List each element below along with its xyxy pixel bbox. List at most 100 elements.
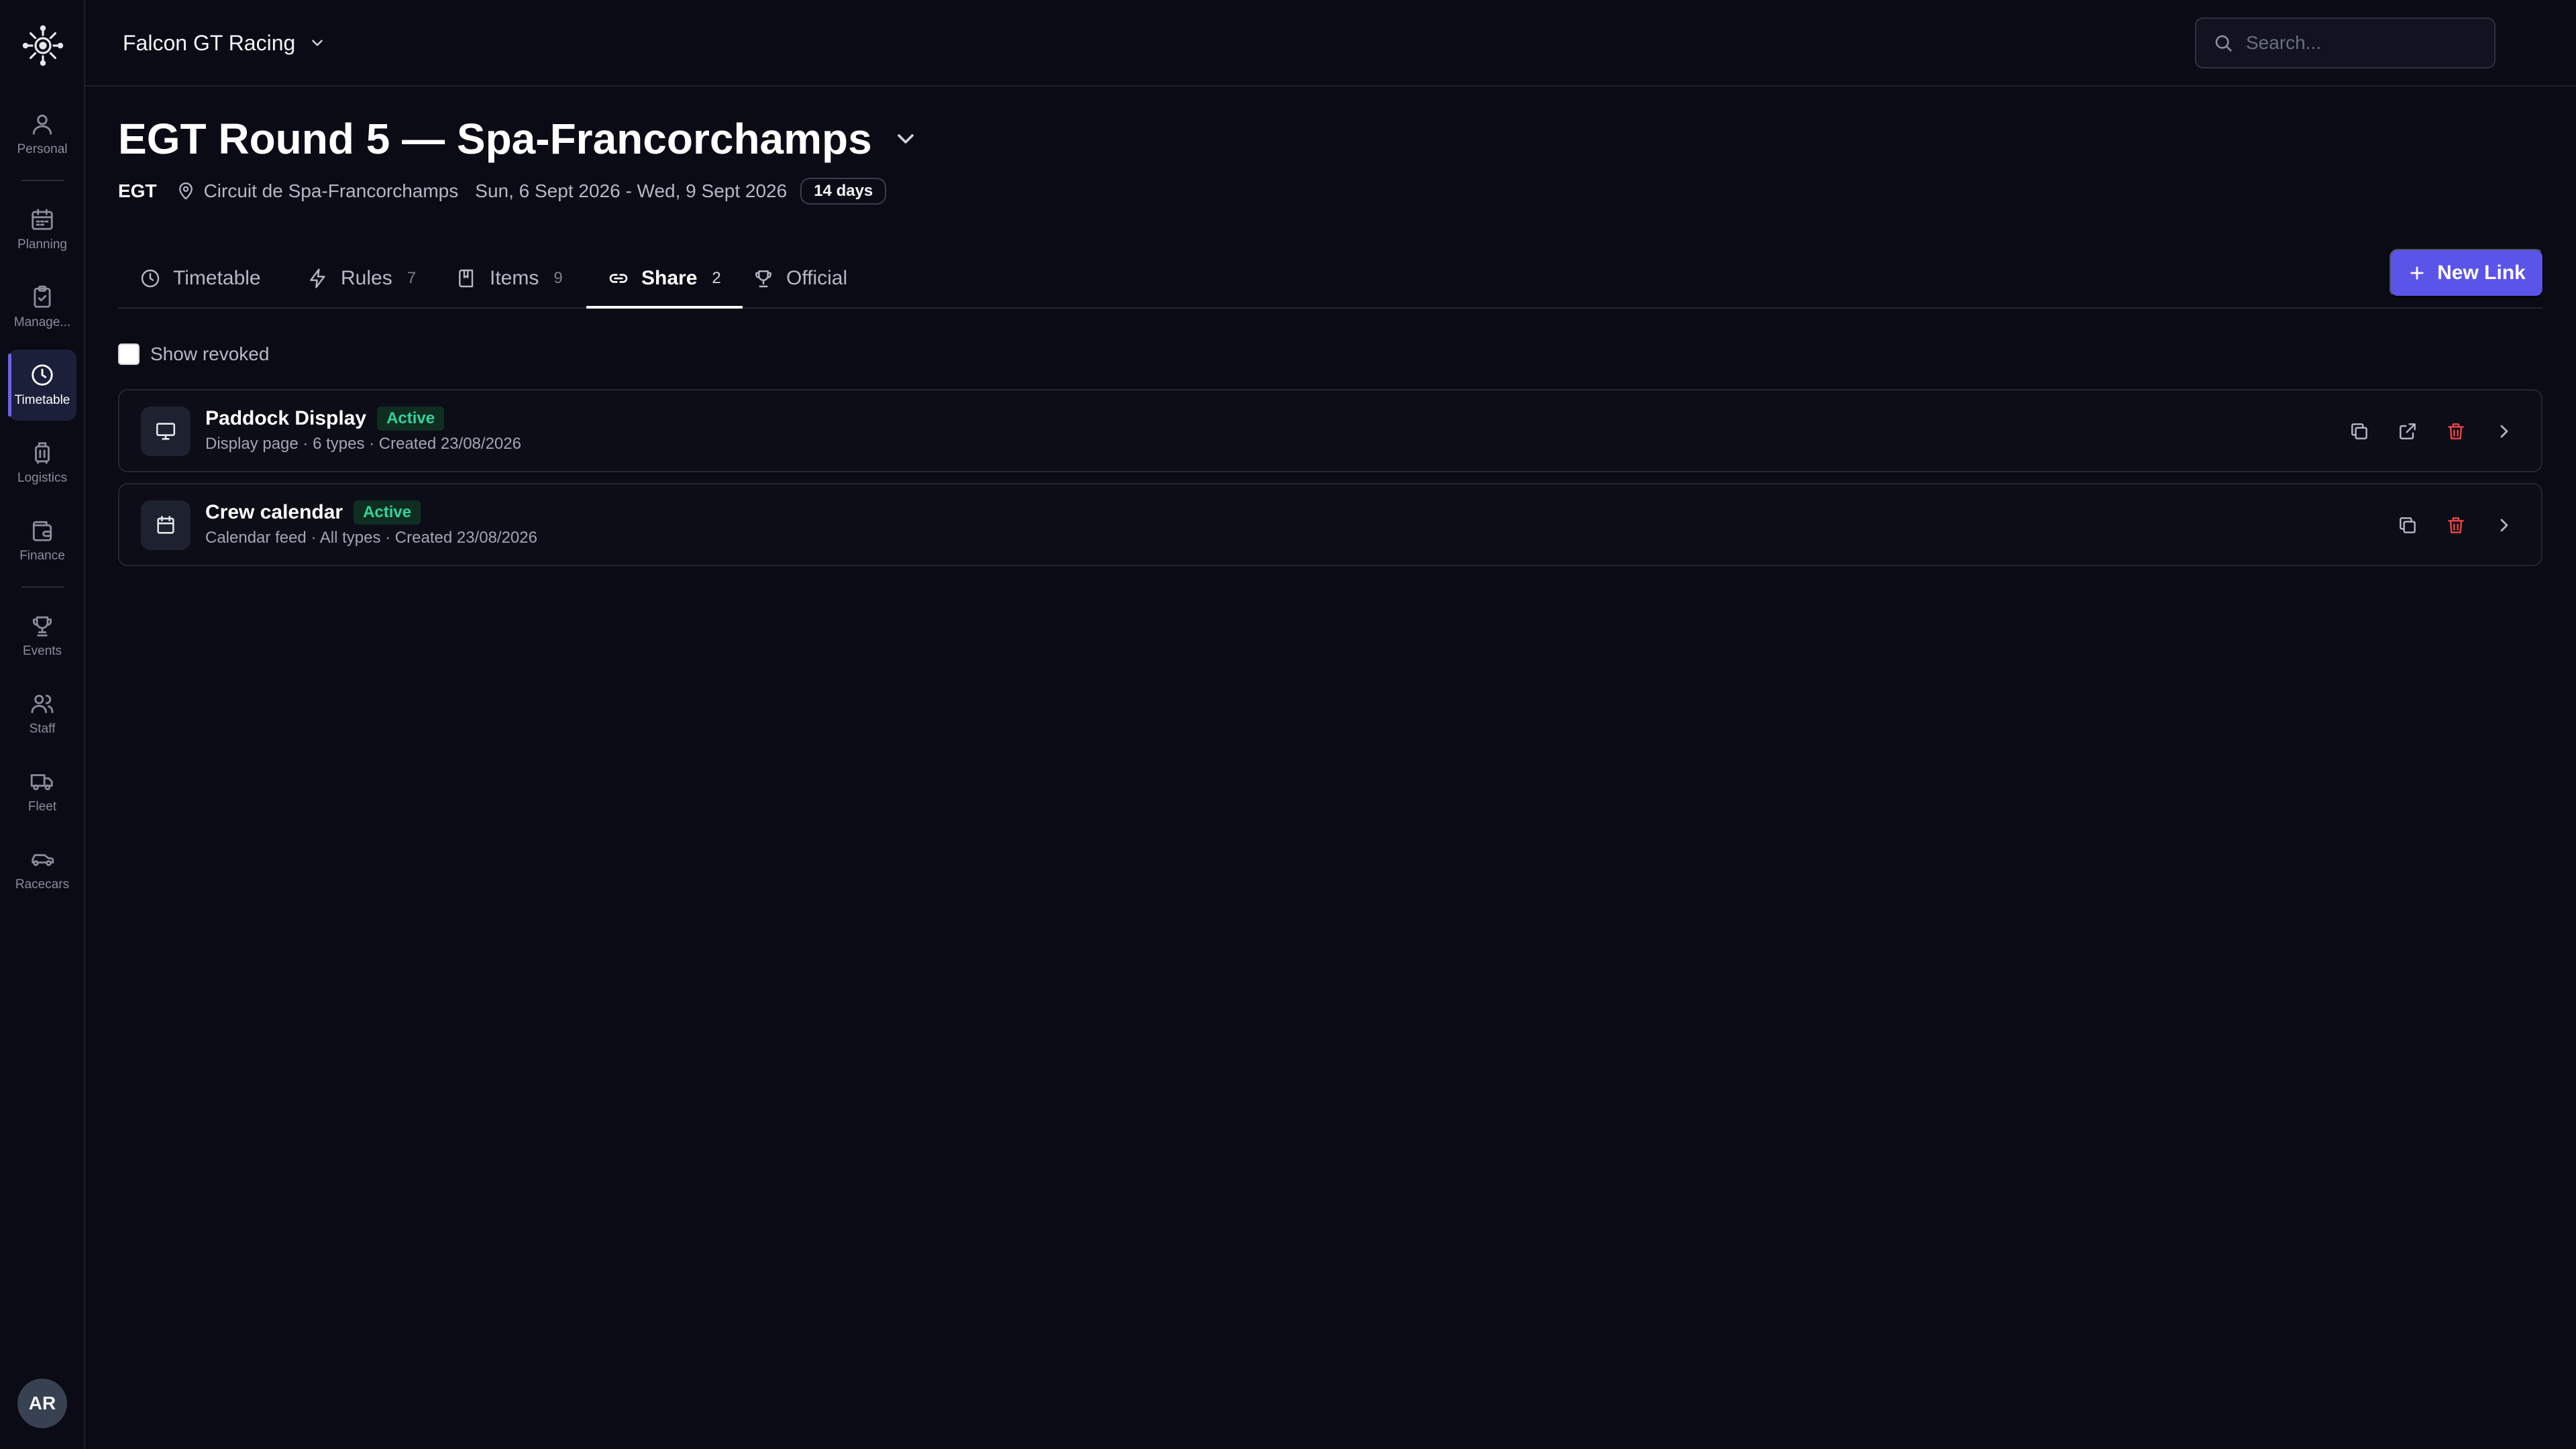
link-details: Display page · 6 types · Created 23/08/2… [205, 435, 521, 453]
sidebar-item-label: Finance [19, 549, 65, 563]
event-series: EGT [118, 180, 157, 201]
copy-link-button[interactable] [2344, 416, 2375, 447]
sidebar-item-label: Planning [17, 237, 67, 252]
tab-items[interactable]: Items 9 [435, 250, 584, 307]
tab-official[interactable]: Official [731, 250, 869, 307]
sidebar-item-label: Staff [29, 722, 56, 736]
sidebar-item-label: Timetable [14, 393, 70, 407]
tab-rules[interactable]: Rules 7 [286, 250, 437, 307]
chevron-down-icon [312, 40, 323, 46]
clock-icon [141, 269, 160, 288]
event-dates: Sun, 6 Sept 2026 - Wed, 9 Sept 2026 [475, 180, 788, 201]
link-icon [609, 274, 628, 283]
tab-label: Rules [341, 267, 392, 289]
org-name: Falcon GT Racing [123, 30, 296, 55]
tab-count: 9 [553, 269, 563, 287]
zap-icon [310, 268, 325, 288]
event-meta: EGT Circuit de Spa-Francorchamps Sun, 6 … [118, 176, 887, 207]
page-title: EGT Round 5 — Spa-Francorchamps [118, 115, 872, 163]
plus-icon [2410, 266, 2424, 280]
user-icon [32, 114, 52, 135]
tab-label: Items [490, 267, 539, 289]
calendar-icon [32, 209, 53, 230]
external-link-icon [2400, 423, 2416, 439]
link-name: Crew calendar [205, 501, 343, 523]
status-badge: Active [377, 407, 445, 431]
app-logo-icon[interactable] [21, 24, 64, 67]
event-tabs: Timetable Rules 7 Items 9 Share 2 Offici… [118, 250, 2542, 309]
wallet-icon [32, 521, 52, 541]
tab-timetable[interactable]: Timetable [118, 250, 282, 307]
link-name: Paddock Display [205, 407, 367, 429]
sidebar-item-finance[interactable]: Finance [8, 505, 76, 576]
search-input[interactable] [2246, 32, 2487, 54]
link-details-button[interactable] [2489, 416, 2520, 447]
book-icon [459, 269, 474, 288]
share-link-row[interactable]: Crew calendar Active Calendar feed · All… [118, 483, 2542, 566]
trash-icon [2448, 517, 2464, 533]
sidebar-rail: Personal Planning Manage... Timetable Lo… [0, 0, 85, 1449]
sidebar-item-personal[interactable]: Personal [8, 99, 76, 170]
tab-count: 2 [712, 269, 721, 287]
calendar-icon [141, 500, 191, 550]
sidebar-item-label: Logistics [17, 471, 67, 485]
page-header: EGT Round 5 — Spa-Francorchamps [118, 114, 919, 164]
tab-label: Timetable [173, 267, 261, 289]
monitor-icon [141, 407, 191, 456]
new-link-label: New Link [2437, 262, 2526, 284]
share-link-row[interactable]: Paddock Display Active Display page · 6 … [118, 389, 2542, 472]
search-box[interactable] [2195, 17, 2496, 68]
open-link-button[interactable] [2392, 416, 2423, 447]
sidebar-item-logistics[interactable]: Logistics [8, 427, 76, 498]
tab-share[interactable]: Share 2 [586, 250, 743, 309]
link-details: Calendar feed · All types · Created 23/0… [205, 529, 537, 547]
sidebar-divider [21, 180, 64, 181]
trash-icon [2448, 423, 2464, 439]
clock-icon [32, 364, 53, 386]
sidebar-item-racecars[interactable]: Racecars [8, 834, 76, 905]
sidebar-item-events[interactable]: Events [8, 600, 76, 672]
sidebar-item-label: Racecars [15, 877, 70, 892]
sidebar-item-label: Personal [17, 142, 68, 156]
duration-badge: 14 days [800, 178, 887, 205]
sidebar-item-fleet[interactable]: Fleet [8, 756, 76, 827]
luggage-icon [35, 442, 50, 464]
clipboard-check-icon [34, 285, 51, 308]
new-link-button[interactable]: New Link [2390, 249, 2544, 297]
tab-label: Share [641, 267, 698, 289]
event-venue: Circuit de Spa-Francorchamps [203, 180, 459, 201]
copy-icon [2400, 517, 2416, 533]
chevron-right-icon [2500, 519, 2508, 532]
search-icon [2215, 35, 2232, 52]
users-icon [31, 694, 54, 714]
show-revoked-checkbox[interactable] [118, 343, 140, 365]
trophy-icon [32, 616, 52, 637]
org-switcher[interactable]: Falcon GT Racing [123, 28, 326, 58]
chevron-right-icon [2500, 425, 2508, 438]
map-pin-icon [178, 182, 193, 200]
sidebar-divider [21, 586, 64, 588]
car-icon [32, 854, 54, 866]
user-avatar[interactable]: AR [17, 1379, 67, 1428]
sidebar-item-label: Manage... [13, 315, 71, 329]
show-revoked-label: Show revoked [150, 343, 270, 364]
trophy-icon [755, 270, 771, 288]
delete-link-button[interactable] [2440, 416, 2471, 447]
sidebar-item-timetable[interactable]: Timetable [8, 350, 76, 421]
sidebar-item-planning[interactable]: Planning [8, 194, 76, 265]
show-revoked-toggle[interactable]: Show revoked [118, 342, 269, 366]
copy-icon [2351, 423, 2367, 439]
sidebar-item-staff[interactable]: Staff [8, 678, 76, 749]
sidebar-item-label: Fleet [28, 800, 57, 814]
tab-label: Official [786, 267, 848, 289]
sidebar-item-label: Events [22, 644, 62, 658]
truck-icon [30, 774, 53, 790]
delete-link-button[interactable] [2440, 510, 2471, 541]
tab-count: 7 [407, 269, 417, 287]
sidebar-item-manage[interactable]: Manage... [8, 272, 76, 343]
status-badge: Active [354, 500, 421, 525]
copy-link-button[interactable] [2392, 510, 2423, 541]
chevron-down-icon[interactable] [892, 125, 919, 152]
link-details-button[interactable] [2489, 510, 2520, 541]
top-bar: Falcon GT Racing 22 [85, 0, 2576, 87]
